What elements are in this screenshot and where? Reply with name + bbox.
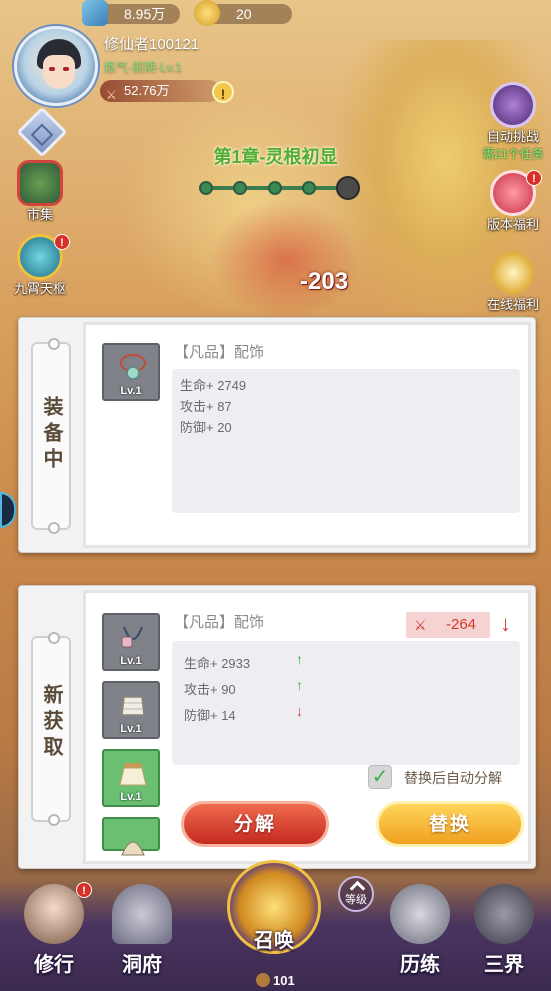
stat-attack: 攻击+ 87	[180, 399, 232, 414]
stat-up-arrow-icon: ↑	[296, 677, 303, 693]
spirit-stone-value: 8.95万	[124, 6, 166, 22]
left-edge-tab[interactable]	[0, 492, 16, 528]
summon-count-value: 101	[273, 973, 295, 988]
new-item-icon[interactable]	[102, 817, 160, 856]
cultivator-icon	[24, 884, 84, 944]
gold-coin-icon	[194, 0, 220, 26]
version-bonus-button[interactable]: ! 版本福利	[478, 170, 548, 233]
equipped-tab-label: 装备中	[33, 396, 69, 480]
progress-node	[233, 181, 247, 195]
player-power-value: 52.76万	[124, 83, 170, 98]
nav-realms-label: 三界	[484, 954, 524, 976]
trial-cloud-icon	[390, 884, 450, 944]
nav-trial[interactable]: 历练	[374, 880, 466, 988]
cultivate-badge: !	[76, 882, 92, 898]
version-bonus-label: 版本福利	[486, 217, 539, 232]
online-bonus-label: 在线福利	[486, 297, 539, 312]
new-tab-text: 新获取	[40, 684, 62, 762]
player-name: 修仙者100121	[104, 36, 200, 53]
level-up-tag[interactable]: 等级	[338, 876, 374, 912]
nav-summon-label: 召唤	[254, 930, 294, 952]
gold-value: 20	[236, 6, 252, 22]
spirit-stone-icon	[82, 0, 108, 26]
gold-counter[interactable]: 20	[194, 0, 292, 26]
spirit-stone-counter[interactable]: 8.95万	[82, 0, 180, 26]
nav-cave[interactable]: 洞府	[96, 880, 188, 988]
nav-trial-label: 历练	[400, 954, 440, 976]
item-level: Lv.1	[120, 385, 142, 397]
auto-decompose-checkbox[interactable]: ✓	[368, 765, 392, 789]
new-item-panel: 新获取 Lv.1 Lv.1 Lv.1 【凡品】配饰 ⚔ -264 ↓ 生命+ 2…	[18, 585, 536, 869]
power-diff: ⚔ -264	[406, 612, 490, 638]
nav-cultivate[interactable]: ! 修行	[8, 880, 100, 988]
equipped-item-icon[interactable]: Lv.1	[102, 343, 160, 401]
chapter-title: 第1章-灵根初显	[213, 147, 338, 167]
progress-node	[268, 181, 282, 195]
demon-mask-icon	[490, 82, 536, 128]
equipped-scroll-tab: 装备中	[31, 338, 71, 534]
stat-attack: 攻击+ 90	[184, 682, 236, 697]
equipped-panel: 装备中 Lv.1 【凡品】配饰 生命+ 2749 攻击+ 87 防御+ 20	[18, 317, 536, 553]
item-level: Lv.1	[120, 791, 142, 803]
item-level: Lv.1	[120, 723, 142, 735]
stat-up-arrow-icon: ↑	[296, 651, 303, 667]
new-stats-box: 生命+ 2933 ↑ 攻击+ 90 ↑ 防御+ 14 ↓	[172, 641, 520, 765]
avatar-face	[43, 55, 75, 89]
realms-mountain-icon	[474, 884, 534, 944]
cave-gate-icon	[112, 884, 172, 944]
new-item-icon[interactable]: Lv.1	[102, 749, 160, 807]
nav-cultivate-label: 修行	[34, 954, 74, 976]
equipped-item-grade: 【凡品】配饰	[174, 344, 265, 361]
power-alert-icon[interactable]: !	[212, 81, 234, 103]
stat-hp: 生命+ 2749	[180, 378, 247, 393]
replace-button[interactable]: 替换	[376, 801, 524, 847]
bracer-icon	[121, 696, 145, 716]
new-item-grade: 【凡品】配饰	[174, 614, 265, 631]
new-item-icon[interactable]: Lv.1	[102, 681, 160, 739]
boss-node	[336, 176, 360, 200]
new-item-card: Lv.1 Lv.1 Lv.1 【凡品】配饰 ⚔ -264 ↓ 生命+ 2933 …	[83, 590, 531, 864]
damage-popup: -203	[300, 268, 349, 295]
new-item-icon[interactable]: Lv.1	[102, 613, 160, 671]
pendant-icon	[121, 626, 143, 648]
background-battle-glow	[210, 200, 360, 320]
equipped-tab-text: 装备中	[40, 396, 62, 474]
new-scroll-tab: 新获取	[31, 632, 71, 826]
equipped-item-card: Lv.1 【凡品】配饰 生命+ 2749 攻击+ 87 防御+ 20	[83, 322, 531, 548]
sky-hub-button[interactable]: ! 九霄天枢	[10, 234, 70, 297]
market-button[interactable]: 市集	[10, 160, 70, 223]
progress-node	[302, 181, 316, 195]
item-level: Lv.1	[120, 655, 142, 667]
equipped-stats-box: 生命+ 2749 攻击+ 87 防御+ 20	[172, 369, 520, 513]
player-realm: 炼气·前期·Lv.1	[104, 60, 182, 74]
necklace-icon	[120, 354, 146, 380]
crossed-swords-icon: ⚔	[106, 88, 117, 102]
nav-cave-label: 洞府	[122, 954, 162, 976]
stat-hp: 生命+ 2933	[184, 656, 251, 671]
stat-defense: 防御+ 20	[180, 420, 232, 435]
crossed-swords-icon: ⚔	[414, 617, 427, 633]
decompose-button[interactable]: 分解	[181, 801, 329, 847]
version-bonus-badge: !	[526, 170, 542, 186]
power-down-arrow-icon: ↓	[500, 611, 511, 636]
new-tab-label: 新获取	[33, 684, 69, 768]
nav-summon[interactable]: 召唤	[218, 856, 330, 964]
stat-down-arrow-icon: ↓	[296, 703, 303, 719]
sky-hub-badge: !	[54, 234, 70, 250]
skirt-icon	[119, 763, 147, 786]
market-label: 市集	[26, 207, 53, 222]
player-avatar[interactable]	[14, 26, 98, 106]
sparkle-icon	[490, 250, 536, 296]
summon-token-icon	[256, 973, 270, 987]
sky-hub-label: 九霄天枢	[13, 281, 66, 296]
nav-realms[interactable]: 三界	[458, 880, 550, 988]
hat-icon	[121, 841, 145, 856]
power-diff-value: -264	[446, 616, 477, 633]
progress-node	[199, 181, 213, 195]
summon-count: 101	[256, 972, 304, 990]
auto-decompose-label: 替换后自动分解	[404, 770, 502, 786]
stat-defense: 防御+ 14	[184, 708, 236, 723]
player-power: ⚔ 52.76万	[100, 80, 220, 102]
